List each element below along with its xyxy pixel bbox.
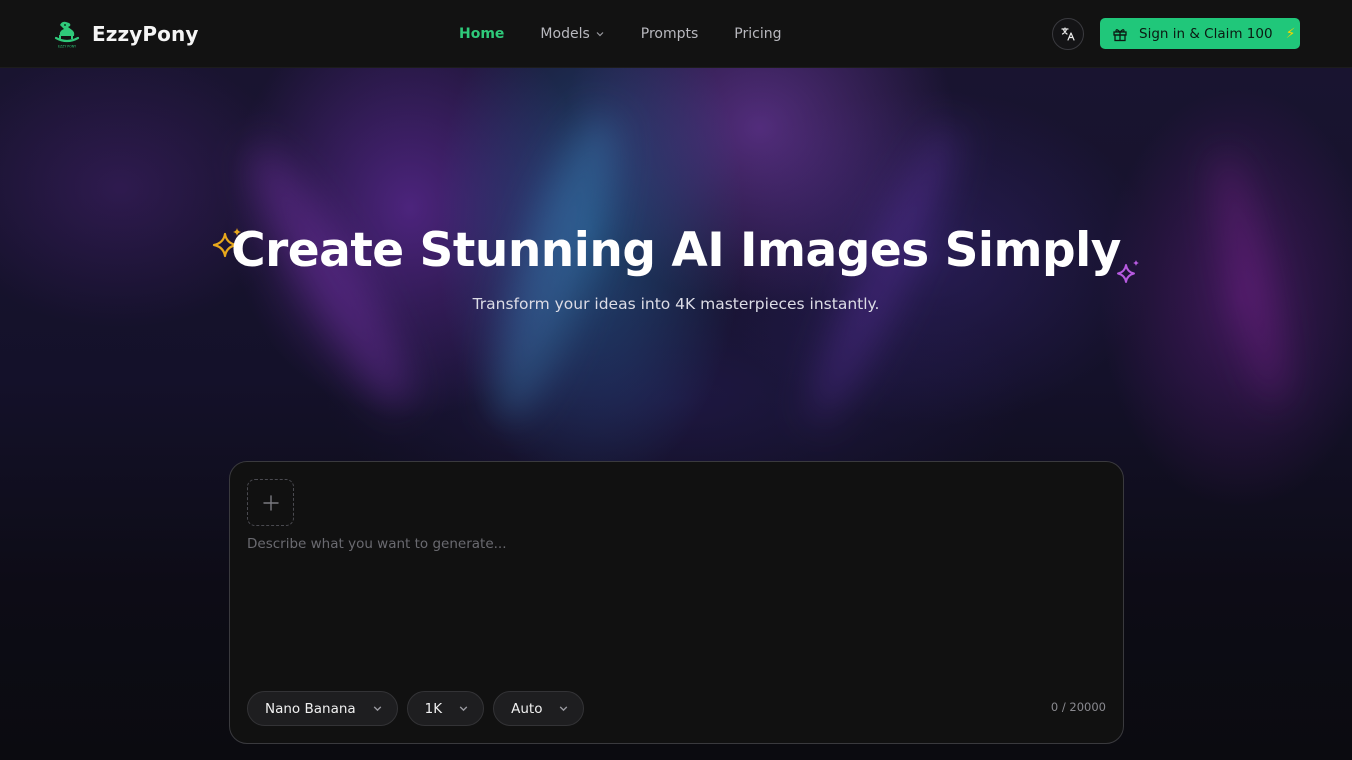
- nav-pricing[interactable]: Pricing: [734, 26, 781, 42]
- brand-name: EzzyPony: [92, 22, 199, 46]
- nav-models-label: Models: [540, 26, 590, 42]
- chevron-down-icon: [459, 706, 468, 712]
- hero-subtitle: Transform your ideas into 4K masterpiece…: [472, 295, 880, 313]
- model-select[interactable]: Nano Banana: [247, 691, 398, 726]
- chevron-down-icon: [560, 706, 568, 712]
- chevron-down-icon: [596, 32, 604, 37]
- signin-label: Sign in & Claim 100: [1139, 25, 1273, 42]
- generation-options: Nano Banana 1K Auto: [247, 691, 585, 726]
- nav-home[interactable]: Home: [459, 26, 504, 42]
- chevron-down-icon: [373, 706, 381, 712]
- svg-text:EZZY PONY: EZZY PONY: [58, 45, 76, 49]
- aspect-ratio-select-value: Auto: [511, 700, 543, 717]
- brand-logo[interactable]: EZZY PONY EzzyPony: [54, 19, 198, 49]
- model-select-value: Nano Banana: [265, 700, 356, 717]
- nav-prompts[interactable]: Prompts: [641, 26, 699, 42]
- main-nav: Home Models Prompts Pricing: [459, 23, 781, 45]
- hero-section: Create Stunning AI Images Simply Transfo…: [0, 68, 1352, 760]
- signin-claim-button[interactable]: Sign in & Claim 100 ⚡: [1100, 18, 1300, 49]
- upload-image-button[interactable]: [247, 479, 294, 526]
- gift-icon: [1113, 28, 1127, 41]
- plus-icon: [262, 494, 279, 511]
- prompt-card: Nano Banana 1K Auto 0 / 20000: [229, 461, 1124, 744]
- aurora-glow: [229, 133, 431, 423]
- lightning-icon: ⚡: [1285, 25, 1296, 42]
- aurora-glow: [1203, 146, 1297, 410]
- resolution-select[interactable]: 1K: [406, 691, 485, 726]
- language-button[interactable]: [1052, 18, 1084, 50]
- character-counter: 0 / 20000: [1050, 700, 1106, 714]
- top-header: EZZY PONY EzzyPony Home Models Prompts P…: [0, 0, 1352, 68]
- aspect-ratio-select[interactable]: Auto: [493, 691, 585, 726]
- hero-title: Create Stunning AI Images Simply: [231, 223, 1121, 278]
- nav-models[interactable]: Models: [540, 26, 604, 42]
- translate-icon: [1061, 27, 1075, 41]
- rocking-horse-logo-icon: EZZY PONY: [54, 21, 80, 49]
- prompt-input[interactable]: [247, 536, 1107, 676]
- resolution-select-value: 1K: [424, 700, 443, 717]
